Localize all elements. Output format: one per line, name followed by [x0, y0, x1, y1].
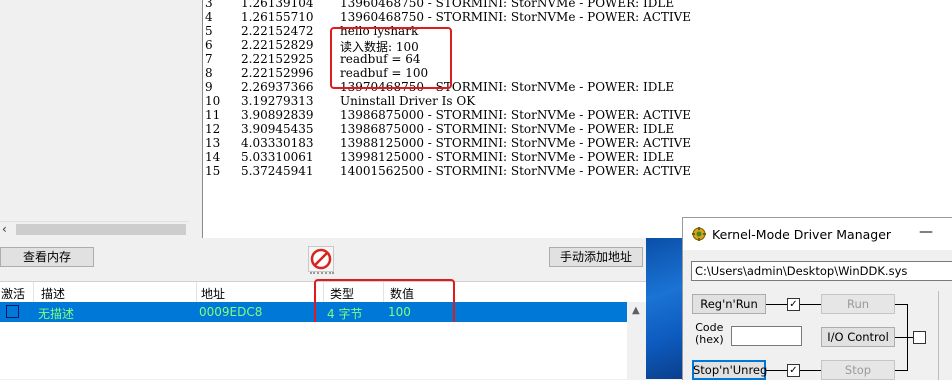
minimize-icon[interactable]: —: [919, 224, 933, 240]
log-row-time: 1.26155710: [241, 10, 314, 24]
log-row-number: 9: [205, 80, 213, 94]
log-row-number: 8: [205, 66, 213, 80]
log-row-number: 6: [205, 38, 213, 52]
connector-line: [800, 370, 821, 371]
row-address: 0009EDC8: [199, 305, 263, 319]
log-row-time: 2.22152996: [241, 66, 314, 80]
io-control-checkbox[interactable]: [913, 331, 926, 344]
kmdm-window: Kernel-Mode Driver Manager — C:\Users\ad…: [682, 217, 952, 380]
log-row-number: 10: [205, 94, 221, 108]
log-row-message: 13960468750 - STORMINI: StorNVMe - POWER…: [340, 10, 692, 24]
address-table-body: [0, 322, 627, 379]
log-row-number: 5: [205, 24, 213, 38]
reg-run-checkbox[interactable]: ✓: [787, 298, 800, 311]
log-row-time: 4.03330183: [241, 136, 314, 150]
log-row-time: 2.22152472: [241, 24, 314, 38]
code-hex-label: Code (hex): [695, 321, 724, 346]
connector-line: [766, 370, 787, 371]
stop-unreg-checkbox[interactable]: ✓: [787, 364, 800, 377]
log-row-number: 14: [205, 150, 221, 164]
scroll-up-icon[interactable]: ▲: [632, 305, 640, 316]
log-row-message: 13998125000 - STORMINI: StorNVMe - POWER…: [340, 150, 675, 164]
io-control-button[interactable]: I/O Control: [821, 327, 895, 347]
debug-log-view: 3 1.26139104 13960468750 - STORMINI: StorN…: [202, 0, 952, 238]
connector-line: [771, 304, 787, 305]
log-row-number: 3: [205, 0, 213, 10]
column-separator: [196, 282, 197, 302]
stop-button[interactable]: Stop: [821, 360, 895, 380]
log-row-number: 12: [205, 122, 221, 136]
log-row-message: Uninstall Driver Is OK: [340, 94, 476, 108]
log-row-number: 15: [205, 164, 221, 178]
log-row-message: 13986875000 - STORMINI: StorNVMe - POWER…: [340, 108, 692, 122]
log-row-time: 2.22152829: [241, 38, 314, 52]
log-row-number: 11: [205, 108, 221, 122]
run-button[interactable]: Run: [821, 294, 895, 314]
connector-line: [800, 304, 821, 305]
column-separator: [33, 282, 34, 302]
log-row-time: 1.26139104: [241, 0, 314, 10]
vertical-scrollbar[interactable]: ▲: [627, 302, 646, 379]
log-row-time: 2.22152925: [241, 52, 314, 66]
clear-list-icon[interactable]: [308, 246, 334, 272]
log-row-message: 13986875000 - STORMINI: StorNVMe - POWER…: [340, 122, 675, 136]
log-row-number: 7: [205, 52, 213, 66]
column-active[interactable]: 激活: [1, 285, 25, 302]
log-row-message: 14001562500 - STORMINI: StorNVMe - POWER…: [340, 164, 692, 178]
view-memory-button[interactable]: 查看内存: [0, 247, 94, 267]
add-address-button[interactable]: 手动添加地址: [549, 247, 643, 267]
log-row-message: 13960468750 - STORMINI: StorNVMe - POWER…: [340, 0, 675, 10]
scroll-left-icon[interactable]: ‹: [2, 222, 7, 237]
log-row-time: 3.90945435: [241, 122, 314, 136]
log-row-time: 3.19279313: [241, 94, 314, 108]
highlight-box-table: [314, 279, 455, 327]
connector-line: [895, 370, 907, 371]
log-row-number: 4: [205, 10, 213, 24]
column-description[interactable]: 描述: [41, 285, 65, 302]
reg-run-button[interactable]: Reg'n'Run: [692, 294, 766, 314]
horizontal-scrollbar[interactable]: ‹: [0, 221, 189, 237]
kmdm-titlebar[interactable]: Kernel-Mode Driver Manager —: [683, 218, 952, 250]
log-row-time: 5.03310061: [241, 150, 314, 164]
log-row-time: 3.90892839: [241, 108, 314, 122]
scrollbar-thumb[interactable]: [16, 224, 186, 235]
stop-unreg-button[interactable]: Stop'n'Unreg: [692, 360, 767, 380]
code-hex-input[interactable]: [731, 326, 802, 346]
splitter-grip[interactable]: [310, 272, 334, 278]
driver-app-icon: [692, 227, 706, 241]
connector-line: [895, 337, 913, 338]
log-row-number: 13: [205, 136, 221, 150]
log-row-message: 13988125000 - STORMINI: StorNVMe - POWER…: [340, 136, 692, 150]
driver-path-field[interactable]: C:\Users\admin\Desktop\WinDDK.sys: [691, 261, 952, 281]
log-row-time: 5.37245941: [241, 164, 314, 178]
desktop-background: [646, 238, 682, 379]
connector-line: [907, 304, 908, 371]
log-row-time: 2.26937366: [241, 80, 314, 94]
connector-line: [895, 304, 907, 305]
active-checkbox[interactable]: [6, 305, 19, 318]
row-description: 无描述: [38, 307, 75, 321]
column-address[interactable]: 地址: [201, 285, 225, 302]
kmdm-side-panel: [938, 291, 952, 380]
highlight-box-log: [330, 27, 452, 89]
left-panel: [0, 0, 202, 221]
kmdm-title: Kernel-Mode Driver Manager: [712, 227, 892, 242]
